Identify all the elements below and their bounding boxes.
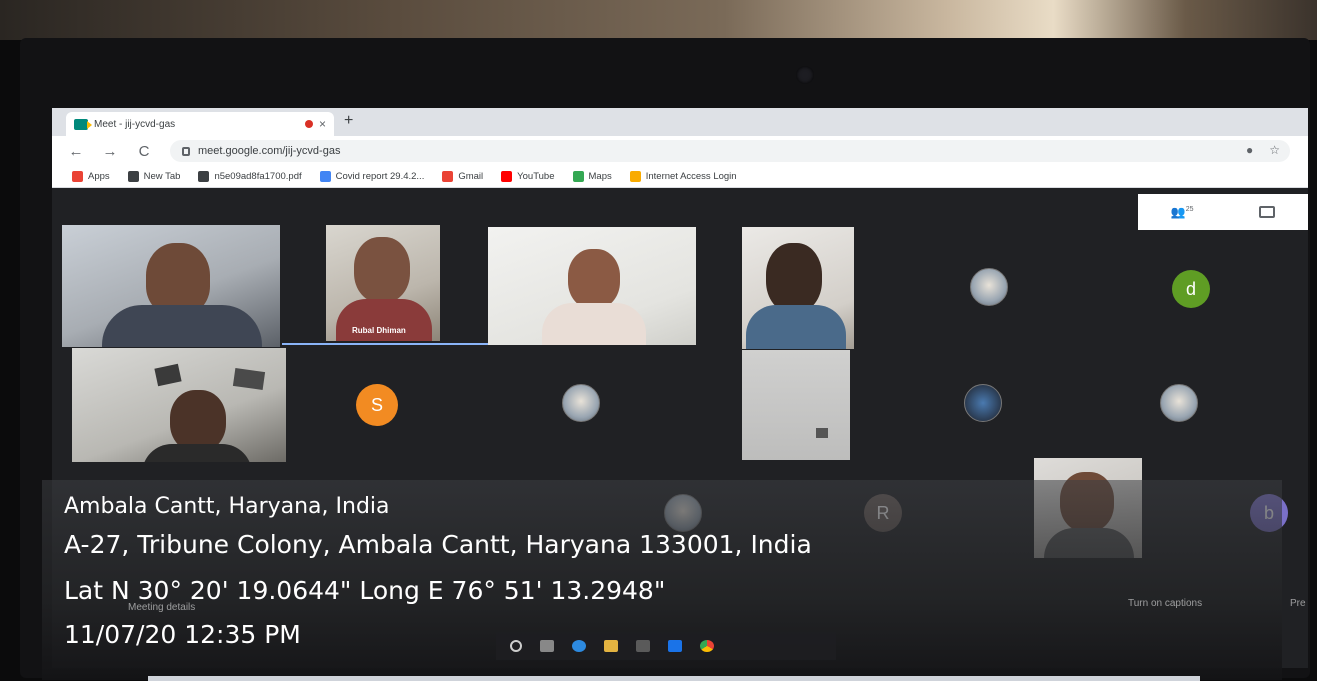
participant-photo-avatar[interactable]: [964, 384, 1002, 422]
bookmark-favicon-icon: [501, 171, 513, 182]
bookmark-label: YouTube: [517, 171, 555, 182]
back-button[interactable]: ←: [66, 143, 86, 160]
task-view-icon[interactable]: [540, 640, 554, 652]
bookmark-item[interactable]: YouTube: [501, 171, 555, 182]
location-place: Ambala Cantt, Haryana, India: [64, 494, 390, 519]
bookmark-item[interactable]: Apps: [72, 171, 110, 182]
participant-figure: [142, 444, 252, 462]
bookmark-label: Apps: [88, 171, 110, 182]
lock-icon: [182, 146, 190, 156]
meet-favicon-icon: [74, 118, 92, 130]
location-datetime: 11/07/20 12:35 PM: [64, 620, 301, 649]
tab-meet[interactable]: Meet - jij-ycvd-gas ×: [66, 112, 334, 136]
participant-avatar-d[interactable]: d: [1172, 270, 1210, 308]
address-bar[interactable]: meet.google.com/jij-ycvd-gas ● ☆: [170, 140, 1290, 162]
speaking-indicator: [282, 343, 490, 345]
video-tile-6[interactable]: [742, 350, 850, 460]
folder-icon[interactable]: [604, 640, 618, 652]
participant-photo-avatar[interactable]: [1160, 384, 1198, 422]
bookmark-label: Internet Access Login: [645, 171, 737, 182]
tab-strip: Meet - jij-ycvd-gas × +: [52, 108, 1308, 136]
star-icon[interactable]: ☆: [1269, 143, 1280, 157]
camera-indicator-icon[interactable]: ●: [1246, 143, 1253, 157]
participant-figure: [542, 303, 646, 345]
participant-photo-avatar[interactable]: [562, 384, 600, 422]
bookmark-item[interactable]: Maps: [572, 171, 612, 182]
tile-name: Rubal Dhiman: [352, 326, 406, 335]
bookmark-favicon-icon: [629, 171, 641, 182]
url-text: meet.google.com/jij-ycvd-gas: [198, 145, 341, 157]
bookmark-item[interactable]: Gmail: [442, 171, 483, 182]
present-button[interactable]: Pre: [1290, 598, 1306, 609]
photo-frame: Meet - jij-ycvd-gas × + ← → C meet.googl…: [0, 0, 1317, 681]
edge-icon[interactable]: [572, 640, 586, 652]
windows-taskbar: [496, 632, 836, 660]
reload-button[interactable]: C: [134, 143, 154, 160]
poster-shape: [154, 363, 182, 387]
bookmark-favicon-icon: [319, 171, 331, 182]
desk-edge: [148, 676, 1200, 681]
mail-icon[interactable]: [668, 640, 682, 652]
bookmark-label: Gmail: [458, 171, 484, 182]
bookmark-item[interactable]: Covid report 29.4.2...: [319, 171, 425, 182]
webcam-icon: [796, 66, 814, 84]
location-address: A-27, Tribune Colony, Ambala Cantt, Hary…: [64, 530, 812, 559]
location-coordinates: Lat N 30° 20' 19.0644" Long E 76° 51' 13…: [64, 576, 666, 605]
bookmark-label: New Tab: [143, 171, 181, 182]
video-tile-1[interactable]: [62, 225, 280, 347]
tab-close-button[interactable]: ×: [319, 117, 326, 131]
bookmark-item[interactable]: n5e09ad8fa1700.pdf: [198, 171, 302, 182]
bookmark-label: n5e09ad8fa1700.pdf: [214, 171, 302, 182]
captions-button[interactable]: Turn on captions: [1128, 598, 1202, 609]
bookmarks-bar: Apps New Tab n5e09ad8fa1700.pdf Covid repor…: [52, 166, 1308, 188]
participant-figure: [746, 305, 846, 349]
bookmark-label: Maps: [588, 171, 612, 182]
bookmark-favicon-icon: [198, 171, 210, 182]
chrome-icon[interactable]: [700, 640, 714, 652]
new-tab-button[interactable]: +: [344, 112, 353, 130]
search-icon[interactable]: [510, 640, 522, 652]
object-shape: [816, 428, 828, 438]
forward-button[interactable]: →: [100, 143, 120, 160]
participant-figure: [102, 305, 262, 347]
participant-avatar-s[interactable]: S: [356, 384, 398, 426]
poster-shape: [232, 368, 266, 390]
participant-figure: [170, 390, 226, 452]
participant-figure: [568, 249, 620, 309]
participant-count: 25: [1185, 206, 1194, 213]
store-icon[interactable]: [636, 640, 650, 652]
video-tile-3[interactable]: [488, 227, 696, 345]
participant-figure: [766, 243, 822, 313]
recording-dot-icon: [304, 120, 313, 128]
video-tile-2[interactable]: Rubal Dhiman: [326, 225, 440, 341]
video-tile-5[interactable]: [72, 348, 286, 462]
people-icon[interactable]: 👥25: [1171, 205, 1194, 219]
chat-icon[interactable]: [1259, 206, 1276, 218]
participant-photo-avatar[interactable]: [970, 268, 1008, 306]
bookmark-label: Covid report 29.4.2...: [335, 171, 425, 182]
tab-title: Meet - jij-ycvd-gas: [94, 118, 176, 130]
video-tile-4[interactable]: [742, 227, 854, 349]
bookmark-item[interactable]: New Tab: [127, 171, 181, 182]
bookmark-favicon-icon: [442, 171, 454, 182]
bookmark-favicon-icon: [572, 171, 584, 182]
avatar-letter: d: [1185, 278, 1196, 299]
browser-toolbar: ← → C meet.google.com/jij-ycvd-gas ● ☆: [52, 136, 1308, 166]
background-wall: [0, 0, 1317, 40]
bookmark-item[interactable]: Internet Access Login: [629, 171, 737, 182]
participant-figure: [354, 237, 410, 303]
meet-top-controls: 👥25: [1138, 194, 1308, 230]
bookmark-favicon-icon: [72, 171, 83, 182]
bookmark-favicon-icon: [127, 171, 139, 182]
avatar-letter: S: [370, 394, 383, 415]
